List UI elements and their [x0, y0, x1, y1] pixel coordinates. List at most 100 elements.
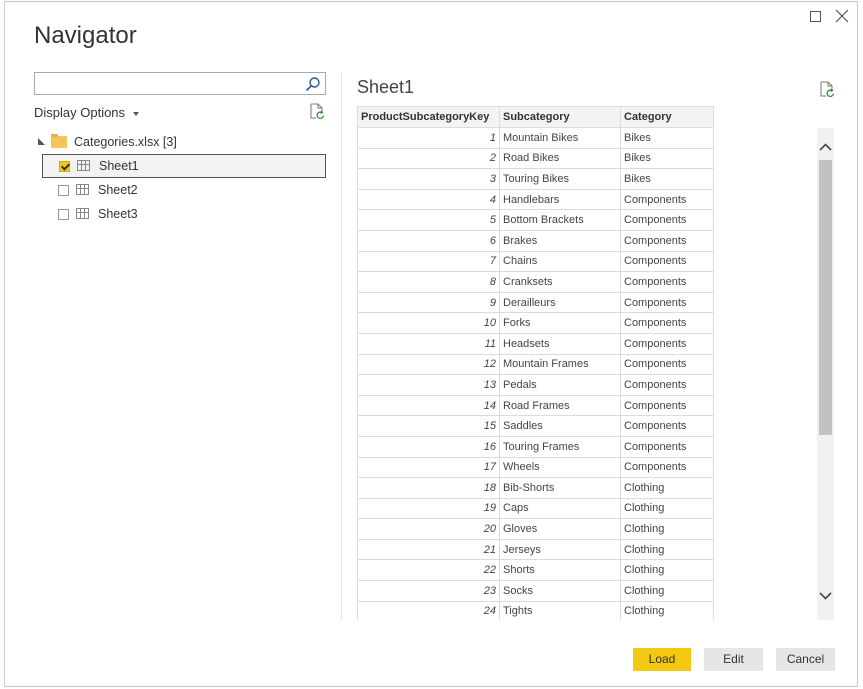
table-cell: Clothing [620, 559, 714, 582]
table-cell: Forks [499, 312, 621, 334]
table-row[interactable]: 10 Forks Components [357, 312, 714, 334]
table-icon [76, 184, 89, 195]
collapse-triangle-icon[interactable] [38, 138, 45, 145]
search-box [34, 72, 326, 95]
table-cell: Clothing [620, 580, 714, 602]
table-icon [77, 160, 90, 171]
edit-button[interactable]: Edit [704, 648, 763, 671]
table-cell: 16 [357, 435, 500, 458]
table-cell: Derailleurs [499, 291, 621, 314]
table-row[interactable]: 5 Bottom Brackets Components [357, 209, 714, 231]
table-cell: Components [620, 415, 714, 437]
table-cell: Mountain Bikes [499, 127, 621, 149]
table-cell: 24 [357, 600, 500, 620]
checkbox[interactable] [58, 185, 69, 196]
table-cell: 23 [357, 580, 500, 602]
table-row[interactable]: 23 Socks Clothing [357, 580, 714, 602]
tree-item-sheet3[interactable]: Sheet3 [42, 203, 326, 227]
table-cell: 12 [357, 353, 500, 376]
table-cell: Clothing [620, 477, 714, 499]
table-row[interactable]: 1 Mountain Bikes Bikes [357, 127, 714, 149]
table-row[interactable]: 15 Saddles Components [357, 415, 714, 437]
table-cell: 1 [357, 127, 500, 149]
table-row[interactable]: 9 Derailleurs Components [357, 291, 714, 314]
chevron-down-icon[interactable] [817, 587, 834, 607]
table-row[interactable]: 19 Caps Clothing [357, 497, 714, 520]
table-cell: Bikes [620, 127, 714, 149]
table-row[interactable]: 13 Pedals Components [357, 374, 714, 396]
table-cell: 9 [357, 291, 500, 314]
table-row[interactable]: 12 Mountain Frames Components [357, 353, 714, 376]
tree-item-sheet2[interactable]: Sheet2 [42, 179, 326, 203]
preview-table-container: ProductSubcategoryKey Subcategory Catego… [357, 106, 715, 620]
table-cell: 8 [357, 271, 500, 293]
table-cell: Components [620, 353, 714, 376]
table-cell: 13 [357, 374, 500, 396]
table-cell: Mountain Frames [499, 353, 621, 376]
table-cell: Road Bikes [499, 147, 621, 170]
tree-item-label: Sheet1 [99, 159, 139, 173]
panel-divider [341, 72, 342, 620]
table-cell: Clothing [620, 600, 714, 620]
table-row[interactable]: 6 Brakes Components [357, 229, 714, 252]
table-cell: 20 [357, 518, 500, 540]
table-cell: 5 [357, 209, 500, 231]
table-cell: 19 [357, 497, 500, 520]
display-options-dropdown[interactable]: Display Options [34, 105, 140, 120]
table-cell: Tights [499, 600, 621, 620]
table-row[interactable]: 11 Headsets Components [357, 332, 714, 355]
table-row[interactable]: 14 Road Frames Components [357, 394, 714, 417]
table-row[interactable]: 22 Shorts Clothing [357, 559, 714, 582]
table-cell: Touring Frames [499, 435, 621, 458]
table-cell: Components [620, 312, 714, 334]
table-row[interactable]: 18 Bib-Shorts Clothing [357, 477, 714, 499]
table-cell: 21 [357, 538, 500, 561]
checkbox[interactable] [59, 161, 70, 172]
table-row[interactable]: 2 Road Bikes Bikes [357, 147, 714, 170]
refresh-icon[interactable] [309, 103, 325, 120]
tree-item-label: Sheet3 [98, 207, 138, 221]
tree-item-sheet1[interactable]: Sheet1 [42, 154, 326, 178]
column-header[interactable]: ProductSubcategoryKey [357, 106, 500, 128]
table-row[interactable]: 7 Chains Components [357, 250, 714, 273]
table-cell: Clothing [620, 518, 714, 540]
table-row[interactable]: 17 Wheels Components [357, 456, 714, 479]
scrollbar-thumb[interactable] [819, 160, 832, 435]
table-row[interactable]: 8 Cranksets Components [357, 271, 714, 293]
table-cell: Gloves [499, 518, 621, 540]
table-cell: Wheels [499, 456, 621, 479]
table-cell: 10 [357, 312, 500, 334]
load-button[interactable]: Load [633, 648, 691, 671]
table-cell: Components [620, 250, 714, 273]
table-cell: Handlebars [499, 188, 621, 211]
column-header[interactable]: Subcategory [499, 106, 621, 128]
search-input[interactable] [35, 73, 300, 94]
vertical-scrollbar[interactable] [817, 128, 834, 620]
close-icon[interactable] [835, 9, 851, 25]
cancel-button[interactable]: Cancel [776, 648, 835, 671]
checkbox[interactable] [58, 209, 69, 220]
table-row[interactable]: 21 Jerseys Clothing [357, 538, 714, 561]
table-cell: 15 [357, 415, 500, 437]
chevron-up-icon[interactable] [817, 138, 834, 158]
table-row[interactable]: 3 Touring Bikes Bikes [357, 168, 714, 190]
table-cell: Components [620, 188, 714, 211]
table-cell: 18 [357, 477, 500, 499]
table-row[interactable]: 20 Gloves Clothing [357, 518, 714, 540]
table-cell: Clothing [620, 497, 714, 520]
table-row[interactable]: 4 Handlebars Components [357, 188, 714, 211]
folder-icon [51, 134, 67, 148]
column-header[interactable]: Category [620, 106, 714, 128]
table-cell: 2 [357, 147, 500, 170]
table-row[interactable]: 24 Tights Clothing [357, 600, 714, 620]
search-icon[interactable] [305, 76, 321, 92]
table-cell: 22 [357, 559, 500, 582]
table-cell: Jerseys [499, 538, 621, 561]
table-row[interactable]: 16 Touring Frames Components [357, 435, 714, 458]
table-cell: Saddles [499, 415, 621, 437]
table-cell: Road Frames [499, 394, 621, 417]
refresh-icon[interactable] [819, 81, 835, 98]
maximize-icon[interactable] [808, 9, 824, 25]
table-cell: Components [620, 291, 714, 314]
table-cell: 3 [357, 168, 500, 190]
